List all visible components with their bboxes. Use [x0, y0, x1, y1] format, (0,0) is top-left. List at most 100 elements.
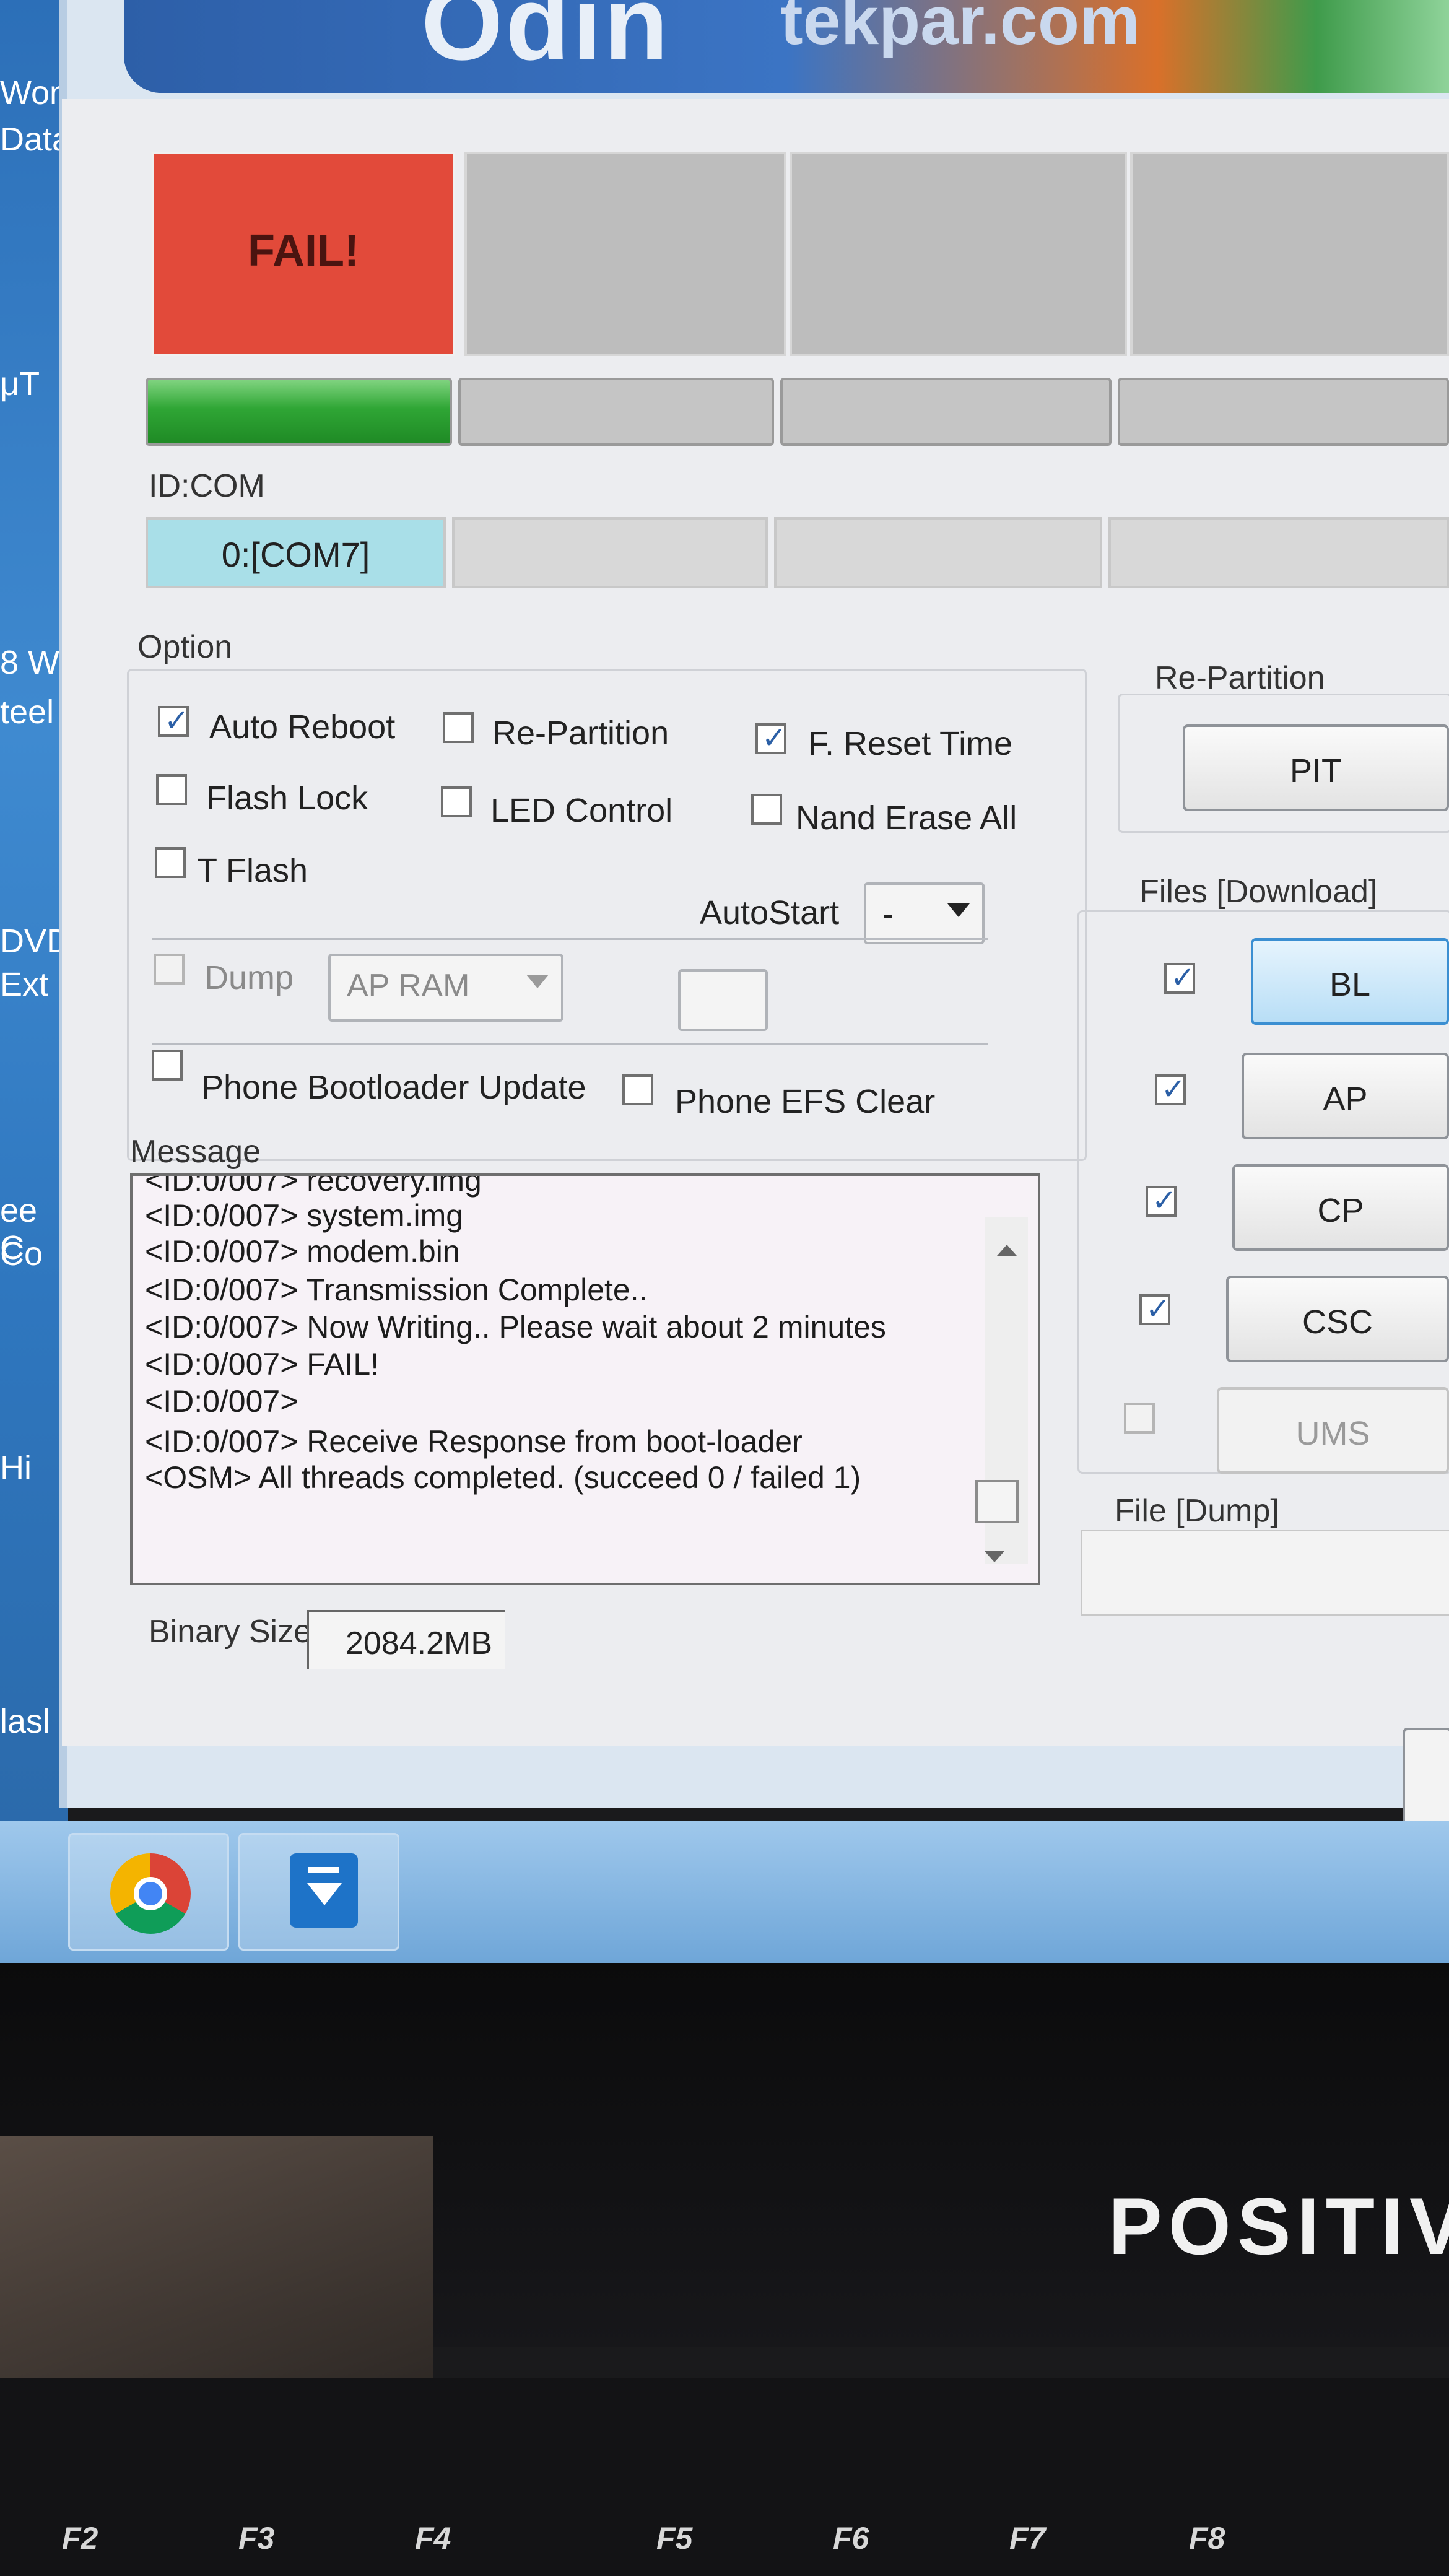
fkey-label: F2 — [62, 2521, 98, 2556]
dump-value-field[interactable] — [678, 969, 768, 1031]
com-port-label: 0:[COM7] — [221, 535, 370, 574]
dump-checkbox[interactable] — [154, 954, 185, 985]
taskbar-odin-button[interactable] — [238, 1833, 399, 1951]
progress-bar — [146, 378, 452, 446]
repartition-group-title: Re-Partition — [1155, 660, 1325, 696]
message-group-title: Message — [130, 1134, 261, 1170]
log-line: <ID:0/007> FAIL! — [145, 1347, 380, 1382]
desktop-icon-label[interactable]: Won — [0, 74, 68, 111]
fkey-label: F5 — [656, 2521, 693, 2556]
ums-checkbox[interactable] — [1124, 1403, 1155, 1434]
option-group-title: Option — [137, 629, 233, 665]
desktop-icon-label[interactable]: 8 W — [0, 644, 59, 681]
cp-button-label: CP — [1317, 1192, 1364, 1229]
taskbar — [0, 1821, 1449, 1963]
efs-clear-label: Phone EFS Clear — [675, 1083, 936, 1120]
scroll-up-arrow-icon[interactable] — [997, 1245, 1017, 1256]
desktop-icon-label[interactable]: Data — [0, 121, 68, 158]
progress-bar — [458, 378, 774, 446]
cp-button[interactable]: CP — [1232, 1164, 1449, 1251]
fkey-label: F8 — [1189, 2521, 1225, 2556]
dump-label: Dump — [204, 959, 294, 996]
bl-checkbox[interactable] — [1164, 960, 1195, 995]
fkey-label: F6 — [833, 2521, 869, 2556]
download-icon — [290, 1853, 358, 1928]
option-separator — [152, 938, 988, 940]
bootloader-update-checkbox[interactable] — [152, 1050, 183, 1081]
desktop-icon-label[interactable]: Co — [0, 1235, 43, 1273]
ums-button[interactable]: UMS — [1217, 1387, 1449, 1474]
chrome-icon — [110, 1853, 191, 1934]
log-line: <ID:0/007> Transmission Complete.. — [145, 1273, 648, 1307]
log-line: <ID:0/007> recovery.img — [145, 1173, 482, 1198]
dump-target-select[interactable]: AP RAM — [328, 954, 564, 1022]
bl-button[interactable]: BL — [1251, 938, 1449, 1025]
desktop-icon-label[interactable]: Hi — [0, 1449, 32, 1486]
desktop-icon-label[interactable]: Ext — [0, 966, 48, 1003]
device-status-empty — [464, 152, 786, 356]
taskbar-chrome-button[interactable] — [68, 1833, 229, 1951]
nand-erase-all-label: Nand Erase All — [796, 799, 1017, 837]
message-log[interactable]: <ID:0/007> recovery.img <ID:0/007> syste… — [130, 1173, 1040, 1585]
binary-size-label: Binary Size — [149, 1614, 311, 1650]
desktop-icon-label[interactable]: μT — [0, 365, 40, 402]
autostart-value: - — [882, 897, 894, 933]
scroll-down-arrow-icon[interactable] — [985, 1551, 1004, 1562]
autostart-select[interactable]: - — [864, 882, 985, 944]
nand-erase-all-checkbox[interactable] — [751, 794, 782, 825]
keyboard — [0, 2378, 1449, 2576]
progress-bar — [1118, 378, 1449, 446]
bootloader-update-label: Phone Bootloader Update — [201, 1069, 586, 1106]
f-reset-time-checkbox[interactable] — [755, 721, 786, 755]
log-line: <ID:0/007> Now Writing.. Please wait abo… — [145, 1310, 886, 1344]
dump-target-value: AP RAM — [347, 968, 470, 1004]
f-reset-time-label: F. Reset Time — [808, 725, 1013, 762]
device-status-empty — [790, 152, 1127, 356]
log-line: <ID:0/007> modem.bin — [145, 1234, 460, 1269]
progress-bar — [780, 378, 1112, 446]
desktop-icon-label[interactable]: teel — [0, 694, 54, 731]
com-port-slot: 0:[COM7] — [146, 517, 446, 588]
device-status-fail: FAIL! — [152, 152, 455, 356]
banner-subtitle: tekpar.com — [780, 0, 1140, 59]
file-dump-group-title: File [Dump] — [1115, 1493, 1279, 1529]
csc-button-label: CSC — [1302, 1303, 1373, 1341]
log-line: <ID:0/007> Receive Response from boot-lo… — [145, 1424, 803, 1459]
ap-checkbox[interactable] — [1155, 1072, 1186, 1107]
csc-button[interactable]: CSC — [1226, 1276, 1449, 1362]
pit-button[interactable]: PIT — [1183, 724, 1449, 811]
ap-button-label: AP — [1323, 1081, 1368, 1118]
re-partition-checkbox[interactable] — [443, 712, 474, 743]
desk-surface — [0, 2136, 433, 2415]
efs-clear-checkbox[interactable] — [622, 1074, 653, 1105]
fkey-label: F3 — [238, 2521, 275, 2556]
t-flash-label: T Flash — [197, 852, 308, 889]
t-flash-checkbox[interactable] — [155, 847, 186, 878]
scrollbar-thumb[interactable] — [975, 1480, 1019, 1523]
file-dump-field[interactable] — [1081, 1530, 1449, 1616]
idcom-label: ID:COM — [149, 468, 265, 504]
start-button-partial[interactable] — [1403, 1728, 1449, 1827]
log-line: <ID:0/007> — [145, 1384, 298, 1419]
desktop-background: Won Data μT 8 W teel DVD Ext ee C Co Hi … — [0, 0, 68, 1833]
ap-button[interactable]: AP — [1242, 1053, 1449, 1139]
led-control-checkbox[interactable] — [441, 786, 472, 817]
desktop-icon-label[interactable]: lasl — [0, 1703, 50, 1740]
fkey-label: F7 — [1009, 2521, 1046, 2556]
banner-title: Odin — [421, 0, 671, 82]
csc-checkbox[interactable] — [1139, 1292, 1170, 1326]
flash-lock-label: Flash Lock — [206, 780, 368, 817]
com-port-slot — [1108, 517, 1449, 588]
log-line: <OSM> All threads completed. (succeed 0 … — [145, 1460, 861, 1495]
ums-button-label: UMS — [1295, 1415, 1370, 1452]
cp-checkbox[interactable] — [1146, 1183, 1177, 1218]
desktop-icon-label[interactable]: DVD — [0, 923, 68, 960]
com-port-slot — [774, 517, 1102, 588]
auto-reboot-label: Auto Reboot — [209, 708, 396, 746]
re-partition-label: Re-Partition — [492, 715, 669, 752]
com-port-slot — [452, 517, 768, 588]
flash-lock-checkbox[interactable] — [156, 774, 187, 805]
led-control-label: LED Control — [490, 792, 673, 829]
device-status-empty — [1130, 152, 1449, 356]
auto-reboot-checkbox[interactable] — [158, 703, 189, 738]
